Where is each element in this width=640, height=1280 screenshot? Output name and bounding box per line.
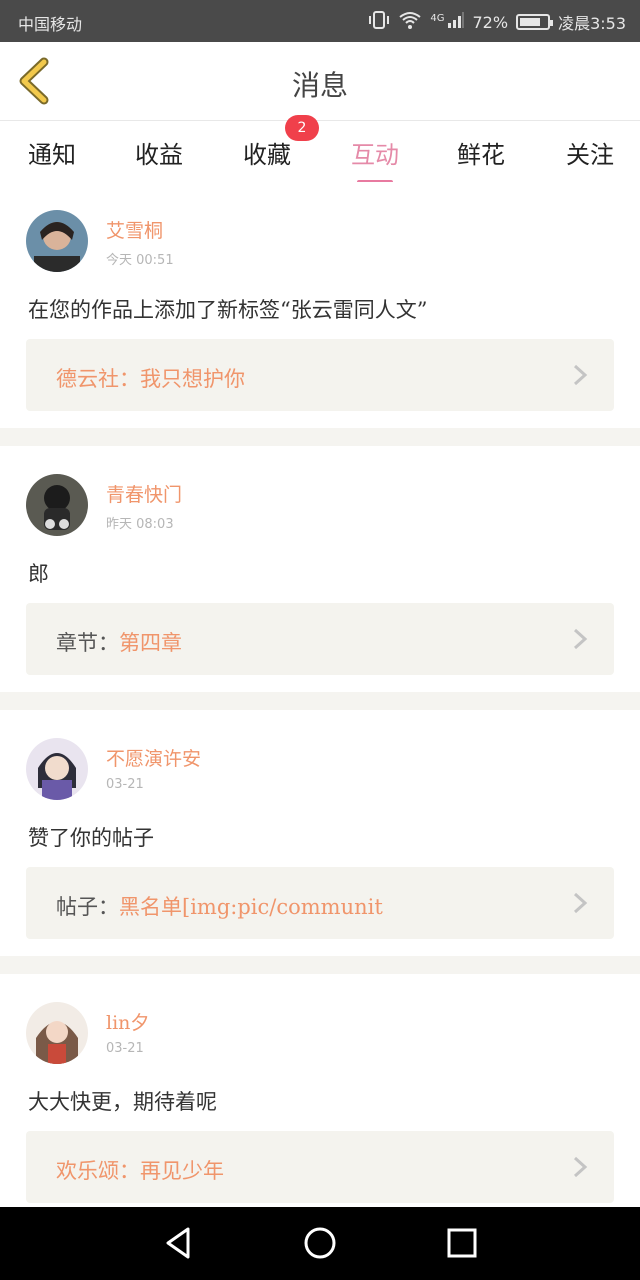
message-card: lin夕 03-21 大大快更，期待着呢 欢乐颂：再见少年 (0, 974, 640, 1207)
tab-label: 收藏 (243, 141, 291, 169)
tab-earnings[interactable]: 收益 (135, 135, 183, 170)
reference-link[interactable]: 章节：第四章 (26, 603, 614, 675)
chevron-right-icon (573, 1156, 588, 1178)
timestamp: 昨天 08:03 (106, 517, 174, 532)
tab-label: 通知 (28, 141, 76, 169)
avatar[interactable] (26, 210, 88, 272)
message-text: 在您的作品上添加了新标签“张云雷同人文” (28, 298, 428, 322)
tab-interactions[interactable]: 互动 (351, 135, 399, 184)
page-title: 消息 (291, 69, 348, 102)
signal-icon (447, 11, 465, 33)
chevron-right-icon (573, 628, 588, 650)
reference-link[interactable]: 帖子：黑名单[img:pic/communit (26, 867, 614, 939)
reference-link[interactable]: 德云社：我只想护你 (26, 339, 614, 411)
network-type: 4G (430, 12, 445, 24)
reference-prefix: 章节： (56, 631, 119, 655)
tab-label: 互动 (351, 141, 399, 169)
tab-favorites[interactable]: 收藏 (243, 135, 291, 170)
reference-prefix: 帖子： (56, 895, 119, 919)
message-list[interactable]: 艾雪桐 今天 00:51 在您的作品上添加了新标签“张云雷同人文” 德云社：我只… (0, 182, 640, 1207)
message-text: 赞了你的帖子 (28, 826, 154, 850)
username[interactable]: 不愿演许安 (106, 744, 201, 771)
favorites-badge: 2 (285, 115, 319, 141)
avatar[interactable] (26, 1002, 88, 1064)
message-card: 艾雪桐 今天 00:51 在您的作品上添加了新标签“张云雷同人文” 德云社：我只… (0, 182, 640, 428)
tab-flowers[interactable]: 鲜花 (457, 135, 505, 170)
carrier-name: 中国移动 (18, 15, 83, 34)
username[interactable]: 艾雪桐 (106, 216, 163, 243)
wifi-icon (398, 10, 422, 34)
timestamp: 03-21 (106, 777, 144, 792)
reference-link[interactable]: 欢乐颂：再见少年 (26, 1131, 614, 1203)
system-nav-bar (0, 1207, 640, 1280)
reference-title: 欢乐颂：再见少年 (56, 1159, 224, 1183)
tab-label: 鲜花 (457, 141, 505, 169)
tab-notifications[interactable]: 通知 (28, 135, 76, 170)
battery-percent: 72% (472, 12, 509, 32)
recents-square-icon[interactable] (444, 1225, 480, 1261)
clock: 凌晨3:53 (558, 14, 626, 33)
vibrate-icon (368, 10, 390, 34)
reference-title: 第四章 (119, 631, 182, 655)
message-text: 郎 (28, 562, 49, 586)
reference-label: 欢乐颂：再见少年 (56, 1155, 224, 1185)
reference-label: 章节：第四章 (56, 627, 182, 657)
reference-title: 德云社：我只想护你 (56, 367, 245, 391)
chevron-right-icon (573, 892, 588, 914)
message-text: 大大快更，期待着呢 (28, 1090, 217, 1114)
username[interactable]: lin夕 (106, 1008, 149, 1035)
tab-label: 关注 (566, 141, 614, 169)
back-triangle-icon[interactable] (160, 1225, 196, 1261)
status-bar: 中国移动 4G 72% 凌晨3:53 (0, 0, 640, 42)
avatar[interactable] (26, 474, 88, 536)
reference-title: 黑名单[img:pic/communit (119, 895, 383, 919)
username[interactable]: 青春快门 (106, 480, 182, 507)
tab-bar: 通知 收益 收藏 2 互动 鲜花 关注 (0, 115, 640, 184)
chevron-right-icon (573, 364, 588, 386)
timestamp: 今天 00:51 (106, 253, 174, 268)
tab-label: 收益 (135, 141, 183, 169)
home-circle-icon[interactable] (302, 1225, 338, 1261)
avatar[interactable] (26, 738, 88, 800)
message-card: 不愿演许安 03-21 赞了你的帖子 帖子：黑名单[img:pic/commun… (0, 710, 640, 956)
message-card: 青春快门 昨天 08:03 郎 章节：第四章 (0, 446, 640, 692)
reference-label: 德云社：我只想护你 (56, 363, 245, 393)
battery-icon (516, 14, 554, 30)
header: 消息 (0, 42, 640, 120)
tab-following[interactable]: 关注 (566, 135, 614, 170)
timestamp: 03-21 (106, 1041, 144, 1056)
reference-label: 帖子：黑名单[img:pic/communit (56, 891, 383, 921)
